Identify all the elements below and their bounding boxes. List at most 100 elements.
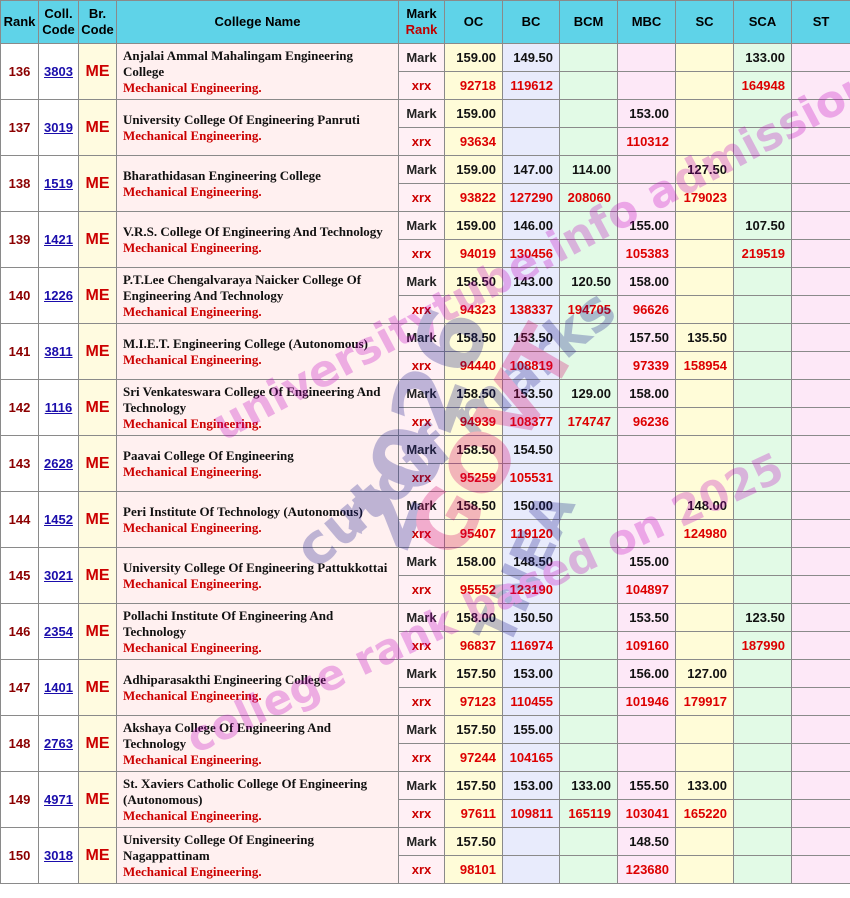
college-name-cell: Sri Venkateswara College Of Engineering …: [116, 379, 399, 436]
sca-rank-cell: [733, 463, 792, 492]
branch-code-cell: ME: [78, 715, 117, 772]
mark-label: Mark: [398, 99, 445, 128]
rank-cell: 147: [0, 659, 39, 716]
header-sca: SCA: [733, 0, 792, 44]
branch-name: Mechanical Engineering.: [123, 463, 262, 479]
bc-rank-cell: 109811: [502, 799, 560, 828]
branch-name: Mechanical Engineering.: [123, 807, 262, 823]
sca-mark-cell: [733, 155, 792, 184]
college-code-link[interactable]: 2354: [44, 624, 73, 639]
sc-rank-cell: [675, 407, 734, 436]
mbc-mark-cell: 155.00: [617, 547, 676, 576]
st-rank-cell: [791, 407, 850, 436]
bc-rank-cell: 105531: [502, 463, 560, 492]
mark-label: Mark: [398, 379, 445, 408]
mark-label: Mark: [398, 211, 445, 240]
mbc-rank-cell: [617, 71, 676, 100]
branch-code-cell: ME: [78, 827, 117, 884]
st-rank-cell: [791, 463, 850, 492]
bcm-mark-cell: [559, 659, 618, 688]
oc-rank-cell: 95552: [444, 575, 503, 604]
mbc-mark-cell: 158.00: [617, 379, 676, 408]
bc-mark-cell: 155.00: [502, 715, 560, 744]
st-mark-cell: [791, 211, 850, 240]
college-code-link[interactable]: 3019: [44, 120, 73, 135]
mbc-rank-cell: [617, 743, 676, 772]
sc-rank-cell: [675, 463, 734, 492]
cutoff-table: Rank Coll. Code Br. Code College Name Ma…: [0, 0, 850, 884]
table-row: 137 3019 ME University College Of Engineeri…: [0, 99, 850, 156]
coll-code-cell: 1401: [38, 659, 79, 716]
coll-code-cell: 2763: [38, 715, 79, 772]
header-coll-code: Coll. Code: [38, 0, 79, 44]
oc-rank-cell: 94440: [444, 351, 503, 380]
college-code-link[interactable]: 2628: [44, 456, 73, 471]
college-name-cell: M.I.E.T. Engineering College (Autonomous…: [116, 323, 399, 380]
sc-rank-cell: 124980: [675, 519, 734, 548]
college-code-link[interactable]: 1226: [44, 288, 73, 303]
oc-mark-cell: 158.00: [444, 603, 503, 632]
oc-mark-cell: 158.00: [444, 547, 503, 576]
college-code-link[interactable]: 3811: [44, 344, 72, 359]
rank-cell: 148: [0, 715, 39, 772]
branch-code-cell: ME: [78, 491, 117, 548]
mbc-mark-cell: [617, 715, 676, 744]
mbc-rank-cell: [617, 463, 676, 492]
sca-rank-cell: 187990: [733, 631, 792, 660]
college-name: Pollachi Institute Of Engineering And Te…: [123, 607, 334, 639]
st-mark-cell: [791, 491, 850, 520]
college-code-link[interactable]: 3021: [44, 568, 73, 583]
header-br-code: Br. Code: [78, 0, 117, 44]
bcm-rank-cell: [559, 519, 618, 548]
sc-mark-cell: [675, 435, 734, 464]
bcm-mark-cell: [559, 603, 618, 632]
sca-mark-cell: 123.50: [733, 603, 792, 632]
sc-mark-cell: [675, 547, 734, 576]
header-bc: BC: [502, 0, 560, 44]
sc-rank-cell: [675, 71, 734, 100]
college-code-link[interactable]: 1452: [44, 512, 73, 527]
college-name-cell: University College Of Engineering Panrut…: [116, 99, 399, 156]
st-rank-cell: [791, 71, 850, 100]
bcm-rank-cell: [559, 855, 618, 884]
bcm-mark-cell: [559, 435, 618, 464]
coll-code-cell: 4971: [38, 771, 79, 828]
bcm-mark-cell: 129.00: [559, 379, 618, 408]
table-row: 142 1116 ME Sri Venkateswara College Of Eng…: [0, 379, 850, 436]
mbc-rank-cell: 109160: [617, 631, 676, 660]
college-name: Bharathidasan Engineering College: [123, 167, 321, 183]
mark-label: Mark: [398, 771, 445, 800]
sc-mark-cell: 148.00: [675, 491, 734, 520]
sc-mark-cell: [675, 267, 734, 296]
st-rank-cell: [791, 127, 850, 156]
st-mark-cell: [791, 323, 850, 352]
college-code-link[interactable]: 1421: [44, 232, 73, 247]
branch-code-cell: ME: [78, 323, 117, 380]
st-mark-cell: [791, 715, 850, 744]
sca-rank-cell: [733, 295, 792, 324]
mbc-mark-cell: 148.50: [617, 827, 676, 856]
college-code-link[interactable]: 1116: [45, 400, 73, 415]
oc-mark-cell: 157.50: [444, 771, 503, 800]
college-code-link[interactable]: 1519: [44, 176, 73, 191]
oc-mark-cell: 159.00: [444, 99, 503, 128]
sc-rank-cell: [675, 575, 734, 604]
mark-label: Mark: [398, 715, 445, 744]
rank-label: xrx: [398, 631, 445, 660]
st-mark-cell: [791, 99, 850, 128]
oc-mark-cell: 158.50: [444, 435, 503, 464]
mbc-mark-cell: 158.00: [617, 267, 676, 296]
college-code-link[interactable]: 3803: [44, 64, 73, 79]
sc-mark-cell: [675, 43, 734, 72]
college-code-link[interactable]: 4971: [44, 792, 73, 807]
coll-code-cell: 1116: [38, 379, 79, 436]
branch-code-cell: ME: [78, 771, 117, 828]
branch-code-cell: ME: [78, 155, 117, 212]
branch-name: Mechanical Engineering.: [123, 687, 262, 703]
college-code-link[interactable]: 3018: [44, 848, 73, 863]
st-rank-cell: [791, 631, 850, 660]
sca-mark-cell: [733, 323, 792, 352]
college-name: Paavai College Of Engineering: [123, 447, 294, 463]
college-code-link[interactable]: 1401: [44, 680, 73, 695]
college-code-link[interactable]: 2763: [44, 736, 73, 751]
